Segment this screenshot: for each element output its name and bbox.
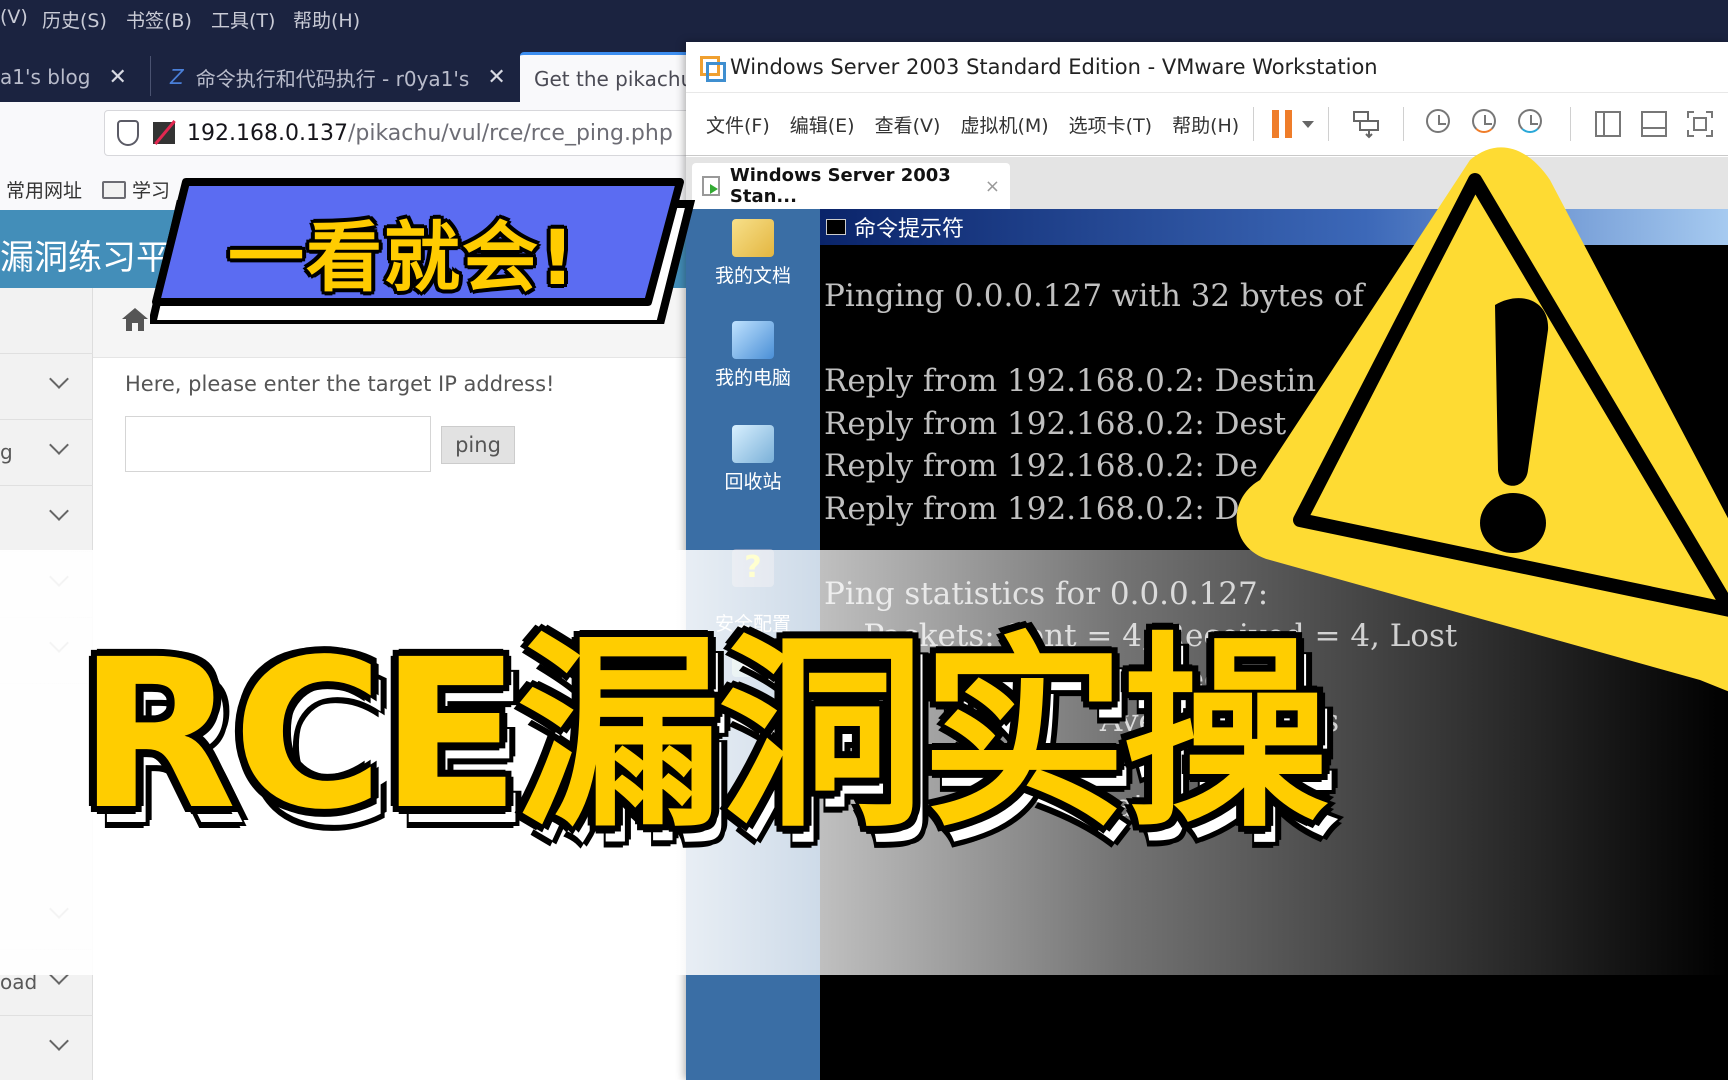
sidebar-item[interactable] bbox=[0, 486, 93, 552]
revert-snapshot-icon[interactable] bbox=[1472, 109, 1502, 139]
tab-rce-article[interactable]: Z 命令执行和代码执行 - r0ya1's ✕ bbox=[170, 52, 506, 102]
chevron-down-icon bbox=[49, 501, 69, 521]
tab-blog[interactable]: a1's blog ✕ bbox=[0, 52, 127, 102]
ip-input[interactable] bbox=[125, 416, 431, 472]
tab-title: 命令执行和代码执行 - r0ya1's bbox=[195, 66, 470, 91]
chevron-down-icon bbox=[49, 1031, 69, 1051]
chevron-down-icon bbox=[49, 369, 69, 389]
toolbar-divider bbox=[1328, 107, 1330, 141]
folder-icon bbox=[102, 180, 126, 199]
vmware-titlebar: Windows Server 2003 Standard Edition - V… bbox=[686, 42, 1728, 92]
insecure-lock-icon[interactable] bbox=[153, 122, 175, 144]
ping-button[interactable]: ping bbox=[441, 426, 515, 464]
chevron-down-icon bbox=[49, 435, 69, 455]
headline-title: RCE漏洞实操 bbox=[78, 615, 1329, 855]
thumbnail-root: (V) 历史(S) 书签(B) 工具(T) 帮助(H) a1's blog ✕ … bbox=[0, 0, 1728, 1080]
shield-icon[interactable] bbox=[117, 120, 139, 146]
vm-tab-title: Windows Server 2003 Stan... bbox=[729, 165, 951, 207]
vmware-logo-icon bbox=[700, 56, 726, 82]
cmd-icon bbox=[826, 219, 846, 235]
subtitle-text: 一看就会! bbox=[228, 213, 577, 302]
url-bar[interactable]: 192.168.0.137/pikachu/vul/rce/rce_ping.p… bbox=[104, 110, 704, 156]
browser-navbar: 192.168.0.137/pikachu/vul/rce/rce_ping.p… bbox=[0, 102, 704, 164]
toolbar-divider bbox=[1570, 107, 1572, 141]
window-title: Windows Server 2003 Standard Edition - V… bbox=[730, 55, 1378, 79]
recycle-bin-icon bbox=[732, 425, 774, 463]
bookmark-common-sites[interactable]: 常用网址 bbox=[6, 176, 82, 203]
cmd-title: 命令提示符 bbox=[854, 217, 965, 242]
tab-divider bbox=[150, 56, 151, 96]
tab-title: Get the pikachu bbox=[534, 66, 694, 91]
menu-help[interactable]: 帮助(H) bbox=[293, 6, 360, 33]
sidebar-item[interactable] bbox=[0, 288, 93, 354]
toolbar-divider bbox=[1253, 107, 1255, 141]
menu-vm[interactable]: 虚拟机(M) bbox=[960, 111, 1048, 138]
subtitle-banner: 一看就会! bbox=[150, 178, 696, 324]
menu-tabs[interactable]: 选项卡(T) bbox=[1069, 111, 1152, 138]
menu-edit[interactable]: 编辑(E) bbox=[790, 111, 855, 138]
url-path: /pikachu/vul/rce/rce_ping.php bbox=[347, 120, 673, 146]
toolbar-divider bbox=[1403, 107, 1405, 141]
menu-view[interactable]: 查看(V) bbox=[875, 111, 941, 138]
pause-icon[interactable] bbox=[1272, 110, 1293, 138]
menu-history[interactable]: 历史(S) bbox=[42, 6, 107, 33]
menu-view[interactable]: (V) bbox=[0, 6, 28, 28]
url-host: 192.168.0.137 bbox=[187, 120, 348, 146]
menu-bookmarks[interactable]: 书签(B) bbox=[126, 6, 192, 33]
dropdown-icon[interactable] bbox=[1302, 120, 1315, 128]
close-icon[interactable]: ✕ bbox=[108, 65, 126, 90]
snapshot-manager-icon[interactable] bbox=[1518, 109, 1548, 139]
send-ctrl-alt-del-icon[interactable] bbox=[1351, 109, 1381, 139]
show-library-icon[interactable] bbox=[1593, 109, 1623, 139]
ip-hint: Here, please enter the target IP address… bbox=[125, 372, 555, 396]
vm-tab[interactable]: Windows Server 2003 Stan... × bbox=[692, 163, 1010, 209]
tab-title: a1's blog bbox=[0, 65, 91, 89]
menu-tools[interactable]: 工具(T) bbox=[211, 6, 275, 33]
close-icon[interactable]: ✕ bbox=[487, 65, 505, 90]
sidebar-item[interactable]: g bbox=[0, 420, 93, 486]
fullscreen-icon[interactable] bbox=[1685, 109, 1715, 139]
browser-menubar: (V) 历史(S) 书签(B) 工具(T) 帮助(H) bbox=[0, 0, 1728, 44]
show-thumbnail-icon[interactable] bbox=[1639, 109, 1669, 139]
desktop-icon-recycle-bin[interactable]: 回收站 bbox=[686, 425, 820, 494]
sidebar-item[interactable] bbox=[0, 354, 93, 420]
close-icon[interactable]: × bbox=[985, 176, 1000, 197]
take-snapshot-icon[interactable] bbox=[1426, 109, 1456, 139]
sidebar-item[interactable] bbox=[0, 1016, 93, 1080]
z-favicon-icon: Z bbox=[170, 65, 184, 89]
folder-icon bbox=[732, 219, 774, 257]
home-icon[interactable] bbox=[121, 306, 149, 332]
computer-icon bbox=[732, 321, 774, 359]
menu-file[interactable]: 文件(F) bbox=[706, 111, 770, 138]
desktop-icon-my-computer[interactable]: 我的电脑 bbox=[686, 321, 820, 390]
browser-tab-strip: a1's blog ✕ Z 命令执行和代码执行 - r0ya1's ✕ Get … bbox=[0, 44, 720, 102]
menu-help[interactable]: 帮助(H) bbox=[1172, 111, 1239, 138]
